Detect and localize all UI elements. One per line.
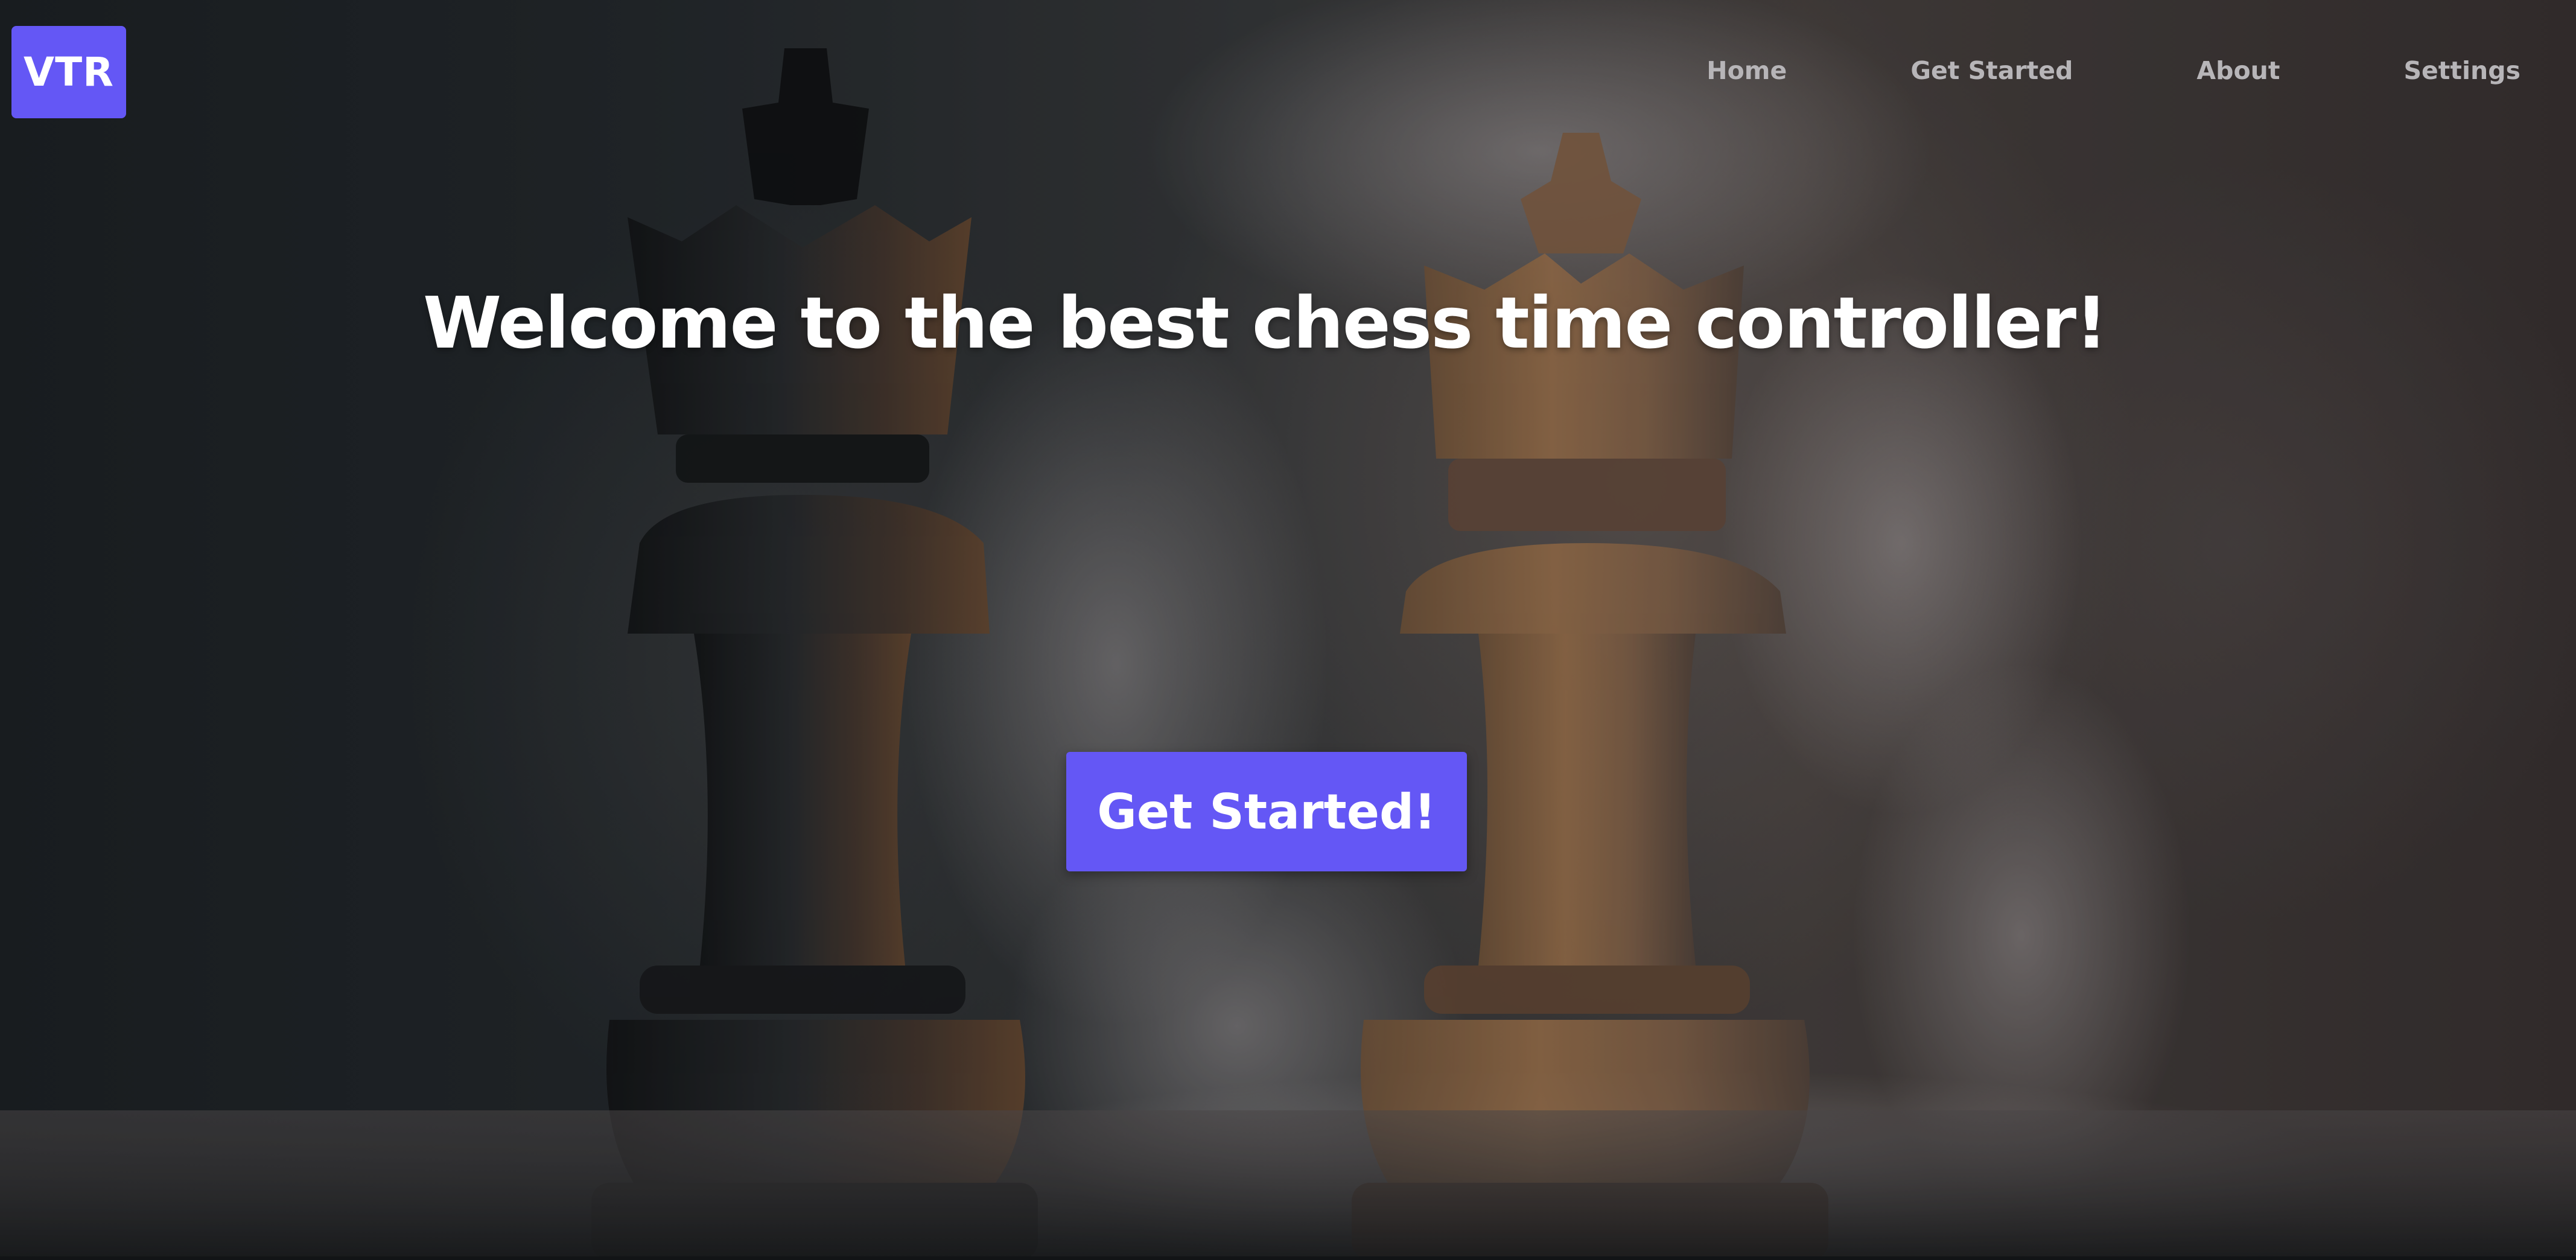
- logo[interactable]: VTR: [11, 26, 126, 118]
- nav-link-about[interactable]: About: [2196, 54, 2280, 88]
- main-navigation: Home Get Started About Settings: [1706, 54, 2520, 88]
- landing-page: VTR Home Get Started About Settings Welc…: [0, 0, 2576, 1260]
- hero-background-image: [0, 0, 2576, 1260]
- hero-headline: Welcome to the best chess time controlle…: [423, 281, 2108, 364]
- get-started-button[interactable]: Get Started!: [1066, 752, 1467, 871]
- nav-link-home[interactable]: Home: [1706, 54, 1787, 88]
- nav-link-get-started[interactable]: Get Started: [1910, 54, 2073, 88]
- nav-link-settings[interactable]: Settings: [2403, 54, 2520, 88]
- page-bottom-divider: [0, 1256, 2576, 1260]
